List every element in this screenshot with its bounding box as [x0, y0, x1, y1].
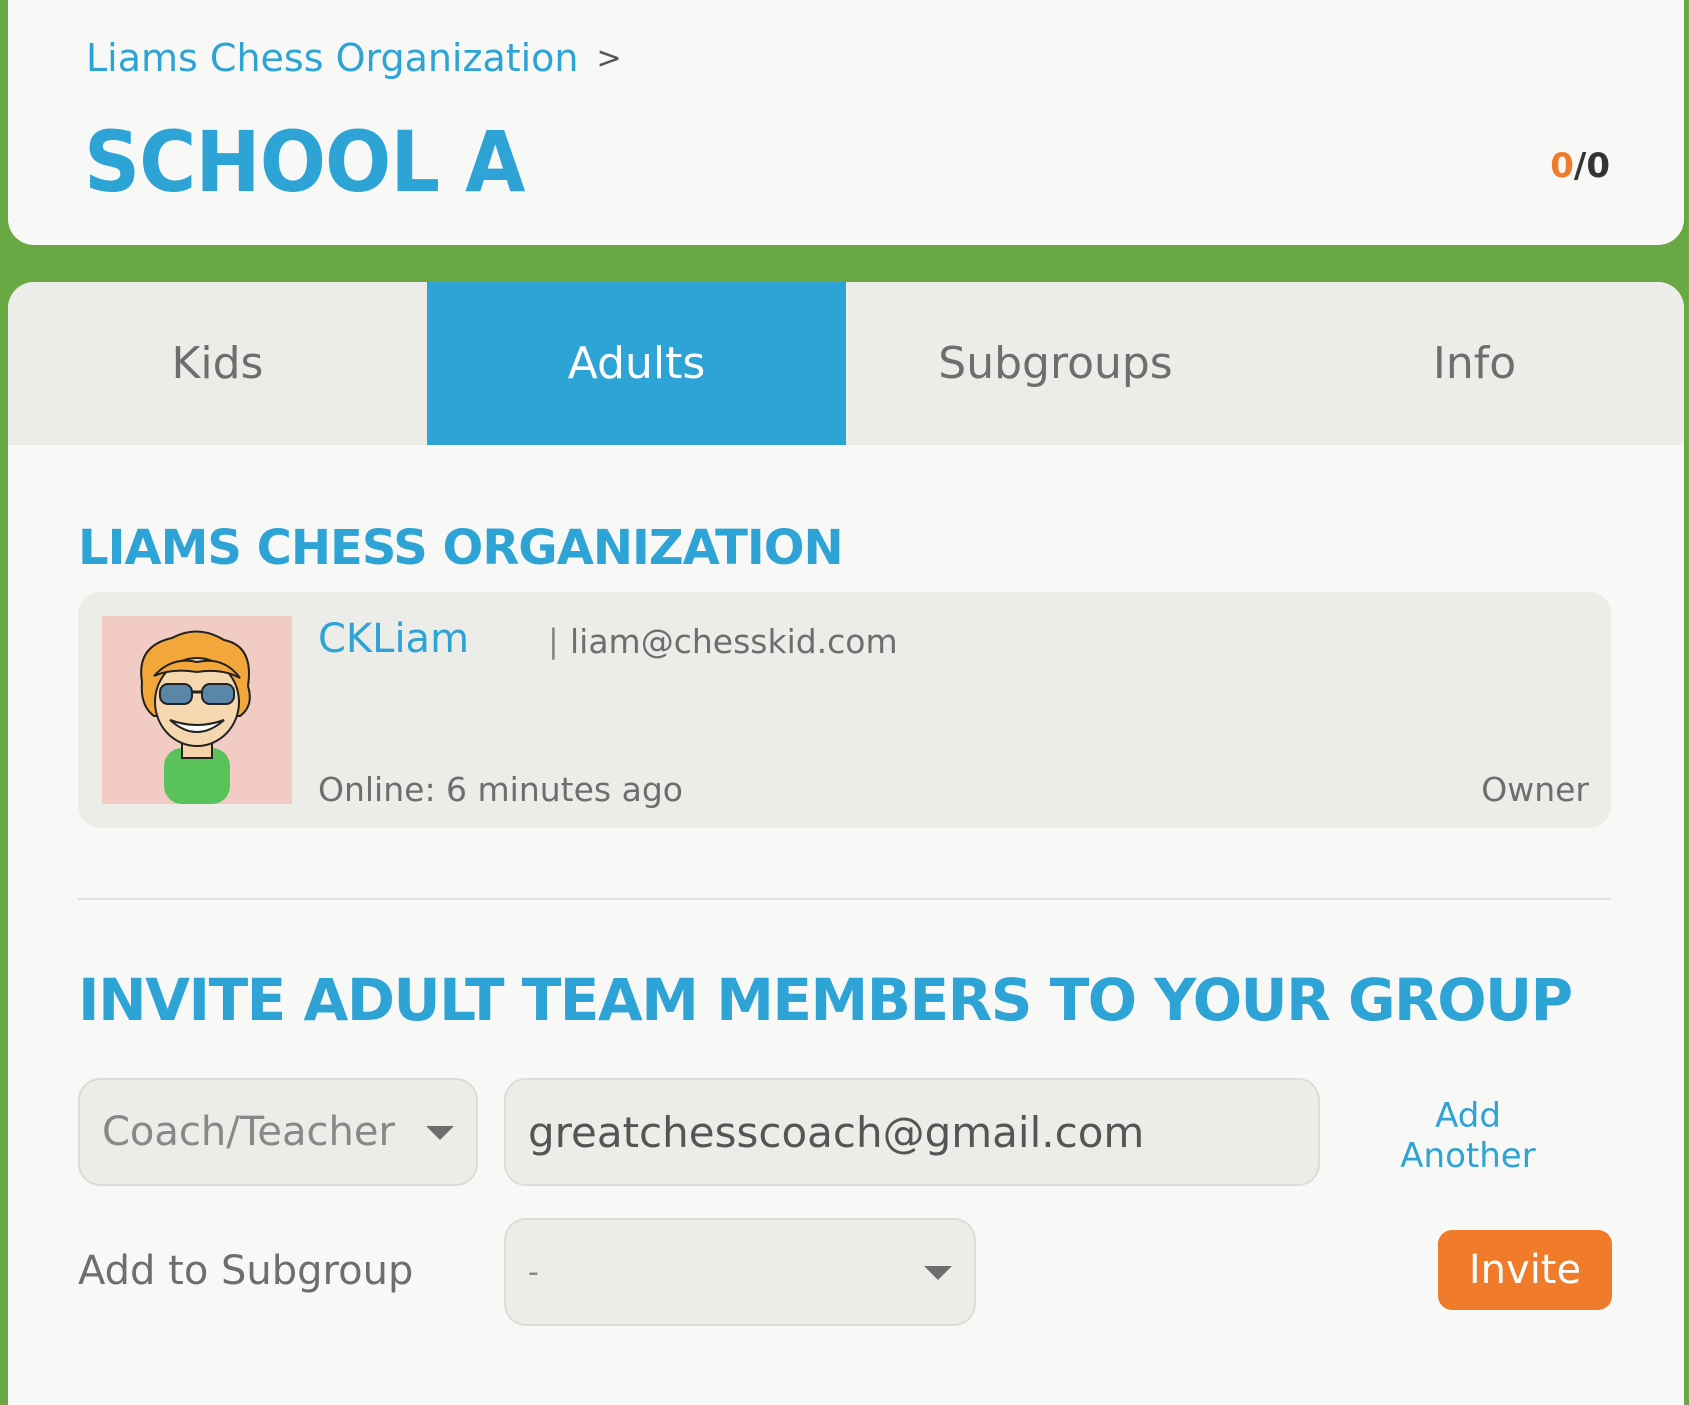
avatar[interactable]	[102, 616, 292, 804]
breadcrumb-separator: >	[596, 40, 622, 76]
organization-section-title: Liams Chess Organization	[78, 520, 844, 576]
breadcrumb-parent-link[interactable]: Liams Chess Organization	[86, 36, 579, 80]
add-another-line1: Add	[1435, 1096, 1501, 1136]
role-select-value: Coach/Teacher	[102, 1109, 395, 1155]
member-email: liam@chesskid.com	[570, 622, 898, 661]
main-panel: Kids Adults Subgroups Info Liams Chess O…	[8, 282, 1684, 1405]
counter-separator: /	[1573, 146, 1587, 186]
subgroup-select-value: -	[528, 1254, 539, 1290]
member-username[interactable]: CKLiam	[318, 616, 469, 662]
cartoon-avatar-icon	[140, 630, 251, 804]
email-input[interactable]: greatchesscoach@gmail.com	[504, 1078, 1320, 1186]
member-role: Owner	[1481, 770, 1589, 809]
member-online-status: Online: 6 minutes ago	[318, 770, 683, 809]
tab-subgroups[interactable]: Subgroups	[846, 282, 1265, 445]
member-counter: 0/0	[1550, 146, 1610, 186]
email-input-value: greatchesscoach@gmail.com	[528, 1107, 1145, 1157]
tab-bar: Kids Adults Subgroups Info	[8, 282, 1684, 445]
invite-section-title: Invite Adult Team Members To Your Group	[78, 966, 1573, 1034]
counter-total: 0	[1586, 146, 1610, 186]
add-another-link[interactable]: Add Another	[1378, 1096, 1558, 1176]
tab-kids[interactable]: Kids	[8, 282, 427, 445]
divider	[78, 898, 1611, 900]
member-separator: |	[548, 622, 559, 660]
add-another-line2: Another	[1400, 1136, 1536, 1176]
role-select[interactable]: Coach/Teacher	[78, 1078, 478, 1186]
member-card: CKLiam | liam@chesskid.com Online: 6 min…	[78, 592, 1611, 828]
counter-current: 0	[1550, 146, 1574, 186]
chevron-down-icon	[924, 1266, 952, 1280]
invite-button[interactable]: Invite	[1438, 1230, 1612, 1310]
group-header: Liams Chess Organization > School A 0/0	[8, 0, 1684, 245]
subgroup-label: Add to Subgroup	[78, 1248, 414, 1294]
tab-info[interactable]: Info	[1265, 282, 1684, 445]
chevron-down-icon	[426, 1126, 454, 1140]
breadcrumb: Liams Chess Organization >	[86, 36, 622, 80]
page-title: School A	[84, 114, 526, 212]
tab-adults[interactable]: Adults	[427, 282, 846, 445]
subgroup-select[interactable]: -	[504, 1218, 976, 1326]
